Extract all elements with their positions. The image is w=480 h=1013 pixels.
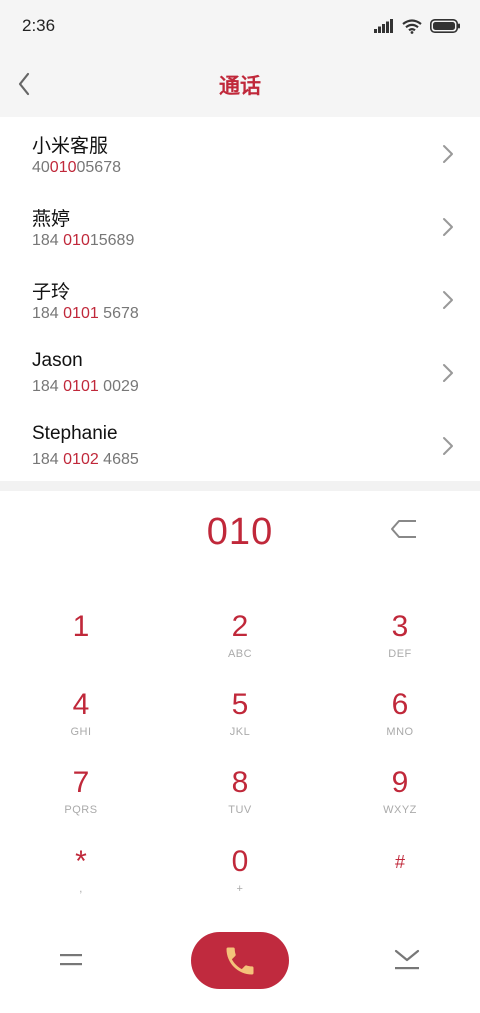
key-4[interactable]: 4 GHI xyxy=(21,688,141,758)
key-digit: 4 xyxy=(72,688,90,721)
contact-name: Jason xyxy=(32,350,83,371)
collapse-keypad-icon xyxy=(394,949,420,970)
list-item[interactable]: 燕婷 184 01015689 xyxy=(0,190,480,263)
status-bar: 2:36 xyxy=(0,0,480,52)
key-1[interactable]: 1 xyxy=(21,610,141,680)
contact-number: 184 0101 0029 xyxy=(32,378,139,395)
key-digit: 2 xyxy=(231,610,249,643)
contact-number: 184 0101 5678 xyxy=(32,305,139,322)
matched-digits: 0101 xyxy=(63,378,99,395)
key-letters: DEF xyxy=(388,648,412,660)
menu-icon xyxy=(60,954,82,966)
contact-number: 184 01015689 xyxy=(32,232,135,249)
wifi-icon xyxy=(402,18,422,34)
phone-icon xyxy=(226,947,254,975)
key-digit: 0 xyxy=(231,845,249,878)
chevron-right-icon xyxy=(443,291,453,309)
key-digit: 7 xyxy=(72,766,90,799)
matched-digits: 010 xyxy=(63,232,90,249)
bottom-action-bar xyxy=(0,920,480,1000)
backspace-button[interactable] xyxy=(390,518,418,540)
key-2[interactable]: 2 ABC xyxy=(180,610,300,680)
battery-icon xyxy=(430,19,460,33)
status-time: 2:36 xyxy=(22,16,56,35)
dial-display: 010 xyxy=(0,491,480,581)
key-digit: 8 xyxy=(231,766,249,799)
matched-digits: 010 xyxy=(49,159,77,176)
key-digit: * xyxy=(75,845,87,878)
key-letters: JKL xyxy=(229,726,251,738)
key-letters: + xyxy=(236,883,244,895)
key-0[interactable]: 0 + xyxy=(180,845,300,915)
key-letters: PQRS xyxy=(64,804,98,816)
key-letters: GHI xyxy=(70,726,92,738)
contact-number: 184 0102 4685 xyxy=(32,451,139,468)
list-item[interactable]: 子玲 184 0101 5678 xyxy=(0,263,480,336)
key-letters: , xyxy=(79,883,83,895)
matched-digits: 0101 xyxy=(63,305,99,322)
matched-digits: 0102 xyxy=(63,451,99,468)
nav-bar: 通话 xyxy=(0,52,480,117)
contact-name: 子玲 xyxy=(32,282,71,303)
key-9[interactable]: 9 WXYZ xyxy=(340,766,460,836)
key-digit: # xyxy=(394,852,405,872)
key-digit: 9 xyxy=(391,766,409,799)
key-3[interactable]: 3 DEF xyxy=(340,610,460,680)
collapse-keypad-button[interactable] xyxy=(392,946,422,974)
divider xyxy=(0,481,480,491)
menu-button[interactable] xyxy=(58,948,86,972)
chevron-right-icon xyxy=(443,145,453,163)
signal-icon xyxy=(374,19,393,33)
contact-name: 燕婷 xyxy=(32,209,71,230)
contact-suggestion-list: 小米客服 4001005678 燕婷 184 01015689 子玲 184 0… xyxy=(0,117,480,482)
key-8[interactable]: 8 TUV xyxy=(180,766,300,836)
key-digit: 5 xyxy=(231,688,249,721)
key-digit: 3 xyxy=(391,610,409,643)
key-digit: 1 xyxy=(72,610,90,643)
key-hash[interactable]: # xyxy=(340,845,460,915)
contact-name: 小米客服 xyxy=(32,136,109,157)
list-item[interactable]: Jason 184 0101 0029 xyxy=(0,336,480,409)
backspace-icon xyxy=(391,520,416,538)
key-letters: MNO xyxy=(386,726,414,738)
key-star[interactable]: * , xyxy=(21,845,141,915)
key-7[interactable]: 7 PQRS xyxy=(21,766,141,836)
chevron-right-icon xyxy=(443,218,453,236)
chevron-right-icon xyxy=(443,437,453,455)
call-button[interactable] xyxy=(191,932,289,989)
key-letters: WXYZ xyxy=(383,804,417,816)
key-digit: 6 xyxy=(391,688,409,721)
page-title: 通话 xyxy=(219,75,261,98)
key-letters: TUV xyxy=(228,804,252,816)
contact-name: Stephanie xyxy=(32,423,118,444)
key-6[interactable]: 6 MNO xyxy=(340,688,460,758)
key-letters: ABC xyxy=(227,648,253,660)
list-item[interactable]: 小米客服 4001005678 xyxy=(0,117,480,190)
status-icons xyxy=(374,16,460,36)
contact-number: 4001005678 xyxy=(32,159,121,176)
list-item[interactable]: Stephanie 184 0102 4685 xyxy=(0,409,480,482)
key-5[interactable]: 5 JKL xyxy=(180,688,300,758)
chevron-right-icon xyxy=(443,364,453,382)
